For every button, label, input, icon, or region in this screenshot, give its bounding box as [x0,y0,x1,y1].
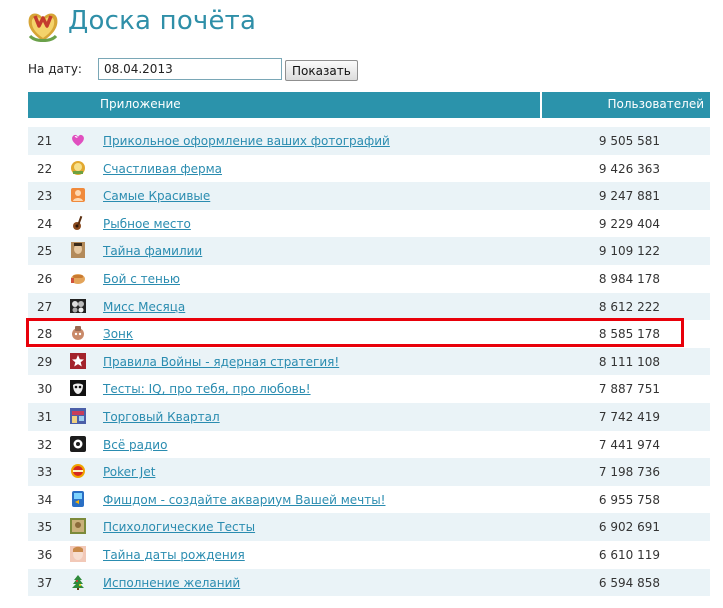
row-rank: 32 [37,437,53,452]
face-icon [70,545,86,562]
row-users: 6 955 758 [598,492,660,507]
zonk-icon [72,326,84,341]
table-header: Приложение Пользователей [28,92,710,118]
shop-icon [70,407,86,424]
app-link[interactable]: Торговый Квартал [103,410,220,424]
row-rank: 24 [37,216,53,231]
date-label: На дату: [28,62,82,76]
row-rank: 22 [37,161,53,176]
table-row: 21 Прикольное оформление ваших фотографий… [28,127,710,155]
row-rank: 33 [37,465,53,480]
app-link[interactable]: Всё радио [103,438,167,452]
row-users: 6 594 858 [598,575,660,590]
row-users: 7 198 736 [598,465,660,480]
star-icon [70,352,86,369]
poker-chip-icon [71,464,85,479]
faces-icon [70,298,86,313]
row-rank: 31 [37,409,53,424]
app-link[interactable]: Poker Jet [103,465,155,479]
row-users: 9 109 122 [598,244,660,259]
table-row: 34 Фишдом - создайте аквариум Вашей мечты… [28,486,710,514]
table-row: 35 Психологические Тесты 6 902 691 [28,513,710,541]
app-link[interactable]: Психологические Тесты [103,520,255,534]
app-link[interactable]: Прикольное оформление ваших фотографий [103,134,390,148]
app-link[interactable]: Рыбное место [103,217,191,231]
app-link[interactable]: Тесты: IQ, про тебя, про любовь! [103,382,311,396]
tree-icon [72,574,84,590]
table-row: 29 Правила Войны - ядерная стратегия! 8 11… [28,347,710,376]
aquarium-icon [72,490,84,507]
table-row: 23 Самые Красивые 9 247 881 [28,182,710,210]
app-link[interactable]: Тайна даты рождения [103,548,245,562]
fist-icon [71,273,85,284]
row-rank: 27 [37,299,53,314]
row-users: 7 441 974 [598,437,660,452]
column-header-users: Пользователей [607,97,704,111]
psych-icon [70,518,86,535]
table-row: 33 Poker Jet 7 198 736 [28,458,710,486]
row-users: 8 984 178 [598,271,660,286]
row-users: 8 111 108 [598,354,660,369]
app-link[interactable]: Самые Красивые [103,189,210,203]
page-title: Доска почёта [68,6,257,36]
table-row: 36 Тайна даты рождения 6 610 119 [28,541,710,569]
row-users: 7 742 419 [598,409,660,424]
table-row: 27 Мисс Месяца 8 612 222 [28,292,710,321]
app-link[interactable]: Правила Войны - ядерная стратегия! [103,355,339,369]
ranking-table: 21 Прикольное оформление ваших фотографий… [28,127,710,597]
column-divider [540,92,542,118]
table-row: 32 Всё радио 7 441 974 [28,431,710,459]
row-rank: 28 [37,327,53,342]
mask-icon [70,380,86,397]
table-row: 28 Зонк 8 585 178 [28,320,710,348]
app-link[interactable]: Зонк [103,327,133,341]
row-users: 9 229 404 [598,216,660,231]
honor-board-logo-icon [28,13,58,42]
portrait-icon [71,242,85,259]
app-link[interactable]: Фишдом - создайте аквариум Вашей мечты! [103,493,386,507]
app-link[interactable]: Мисс Месяца [103,300,185,314]
table-row: 24 Рыбное место 9 229 404 [28,210,710,238]
row-rank: 29 [37,354,53,369]
table-row: 25 Тайна фамилии 9 109 122 [28,237,710,265]
row-users: 9 426 363 [598,161,660,176]
column-header-app: Приложение [100,97,181,111]
row-users: 9 247 881 [598,189,660,204]
table-row: 22 Счастливая ферма 9 426 363 [28,155,710,183]
table-row: 31 Торговый Квартал 7 742 419 [28,402,710,431]
app-link[interactable]: Тайна фамилии [103,244,202,258]
row-rank: 35 [37,520,53,535]
app-link[interactable]: Счастливая ферма [103,162,222,176]
row-rank: 30 [37,382,53,397]
table-row: 37 Исполнение желаний 6 594 858 [28,568,710,597]
row-rank: 26 [37,271,53,286]
row-rank: 37 [37,575,53,590]
app-link[interactable]: Бой с тенью [103,272,180,286]
row-users: 9 505 581 [598,134,660,148]
row-users: 8 585 178 [598,327,660,342]
table-row: 26 Бой с тенью 8 984 178 [28,265,710,293]
row-users: 6 902 691 [598,520,660,535]
fishing-icon [73,215,83,230]
show-button[interactable]: Показать [285,60,358,81]
date-input[interactable] [98,58,282,80]
row-rank: 23 [37,189,53,204]
row-rank: 25 [37,244,53,259]
row-users: 6 610 119 [598,547,660,562]
row-users: 8 612 222 [598,299,660,314]
radio-icon [70,435,86,452]
beauty-icon [71,188,85,203]
row-rank: 34 [37,492,53,507]
row-rank: 36 [37,547,53,562]
farm-icon [71,160,85,175]
row-rank: 21 [37,134,53,148]
heart-icon [72,134,84,146]
table-row: 30 Тесты: IQ, про тебя, про любовь! 7 887 … [28,375,710,403]
app-link[interactable]: Исполнение желаний [103,576,240,590]
row-users: 7 887 751 [598,382,660,397]
